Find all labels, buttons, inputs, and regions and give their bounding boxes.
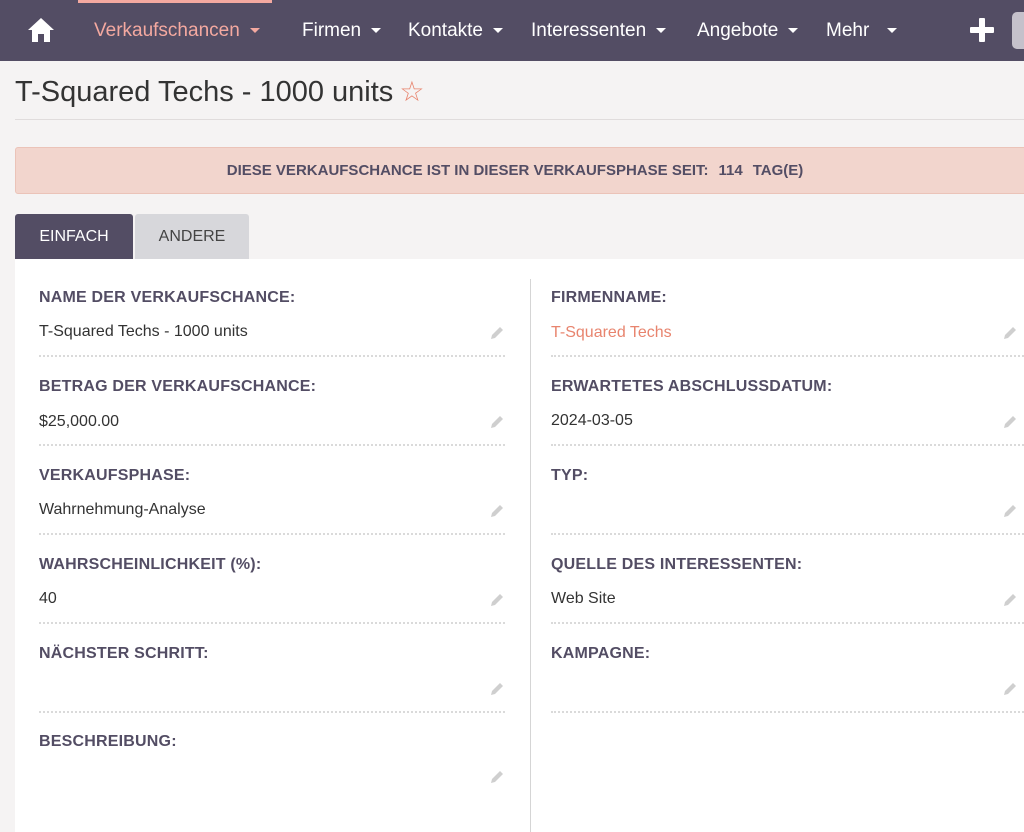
field-separator [39,444,505,446]
field-label: ERWARTETES ABSCHLUSSDATUM: [551,378,833,395]
column-divider [530,279,531,832]
field-label: KAMPAGNE: [551,645,651,662]
page-header: T-Squared Techs - 1000 units ☆ [15,72,424,112]
pencil-icon[interactable] [1002,681,1018,697]
field-separator [39,711,505,713]
tab-andere[interactable]: ANDERE [135,214,249,259]
field-value: $25,000.00 [39,413,120,430]
field-label: NÄCHSTER SCHRITT: [39,645,209,662]
pencil-icon[interactable] [489,325,505,341]
home-icon[interactable] [26,16,56,44]
field-label: TYP: [551,467,589,484]
field-value: Web Site [551,590,616,607]
field-separator [39,533,505,535]
field-separator [551,533,1024,535]
search-button[interactable] [1012,12,1024,49]
field-separator [551,711,1024,713]
pencil-icon[interactable] [1002,414,1018,430]
star-outline-icon[interactable]: ☆ [399,78,424,106]
banner-text: DIESE VERKAUFSCHANCE IST IN DIESER VERKA… [226,162,709,179]
nav-item-label: Mehr [826,19,870,41]
field-label: NAME DER VERKAUFSCHANCE: [39,289,296,306]
nav-item-label: Kontakte [408,19,483,41]
chevron-down-icon [371,28,382,33]
chevron-down-icon [249,28,260,33]
pencil-icon[interactable] [1002,325,1018,341]
nav-item-label: Angebote [697,19,779,41]
nav-item-label: Verkaufschancen [94,19,240,41]
page-title: T-Squared Techs - 1000 units [15,75,394,108]
field-label: FIRMENNAME: [551,289,667,306]
pencil-icon[interactable] [489,592,505,608]
field-separator [551,444,1024,446]
pencil-icon[interactable] [1002,592,1018,608]
nav-item-firmen[interactable]: Firmen [302,0,382,61]
nav-item-angebote[interactable]: Angebote [697,0,799,61]
divider [15,119,1024,120]
nav-item-mehr[interactable]: Mehr [826,0,898,61]
pencil-icon[interactable] [489,769,505,785]
account-link[interactable]: T-Squared Techs [551,324,672,342]
field-label: VERKAUFSPHASE: [39,467,191,484]
nav-item-verkaufschancen[interactable]: Verkaufschancen [78,0,272,61]
pencil-icon[interactable] [489,503,505,519]
field-value: 2024-03-05 [551,412,633,429]
field-label: BETRAG DER VERKAUFSCHANCE: [39,378,317,395]
chevron-down-icon [788,28,799,33]
nav-item-label: Firmen [302,19,362,41]
field-value: Wahrnehmung-Analyse [39,501,206,518]
pencil-icon[interactable] [489,681,505,697]
field-separator [551,622,1024,624]
nav-item-label: Interessenten [531,19,647,41]
pencil-icon[interactable] [489,414,505,430]
field-label: QUELLE DES INTERESSENTEN: [551,556,803,573]
pencil-icon[interactable] [1002,503,1018,519]
plus-icon[interactable] [968,16,996,44]
detail-panel: NAME DER VERKAUFSCHANCE: T-Squared Techs… [15,259,1024,832]
banner-unit: TAG(E) [752,162,804,179]
field-value: 40 [39,590,57,607]
field-separator [39,622,505,624]
tab-einfach[interactable]: EINFACH [15,214,133,259]
field-label: WAHRSCHEINLICHKEIT (%): [39,556,262,573]
nav-item-interessenten[interactable]: Interessenten [531,0,667,61]
nav-item-kontakte[interactable]: Kontakte [408,0,503,61]
top-navigation: Verkaufschancen Firmen Kontakte Interess… [0,0,1024,61]
field-separator [39,355,505,357]
sales-stage-banner: DIESE VERKAUFSCHANCE IST IN DIESER VERKA… [15,147,1024,194]
chevron-down-icon [656,28,667,33]
chevron-down-icon [493,28,503,33]
chevron-down-icon [887,28,898,33]
field-value: T-Squared Techs - 1000 units [39,323,248,340]
field-label: BESCHREIBUNG: [39,733,177,750]
banner-days: 114 [718,162,743,179]
field-separator [551,355,1024,357]
